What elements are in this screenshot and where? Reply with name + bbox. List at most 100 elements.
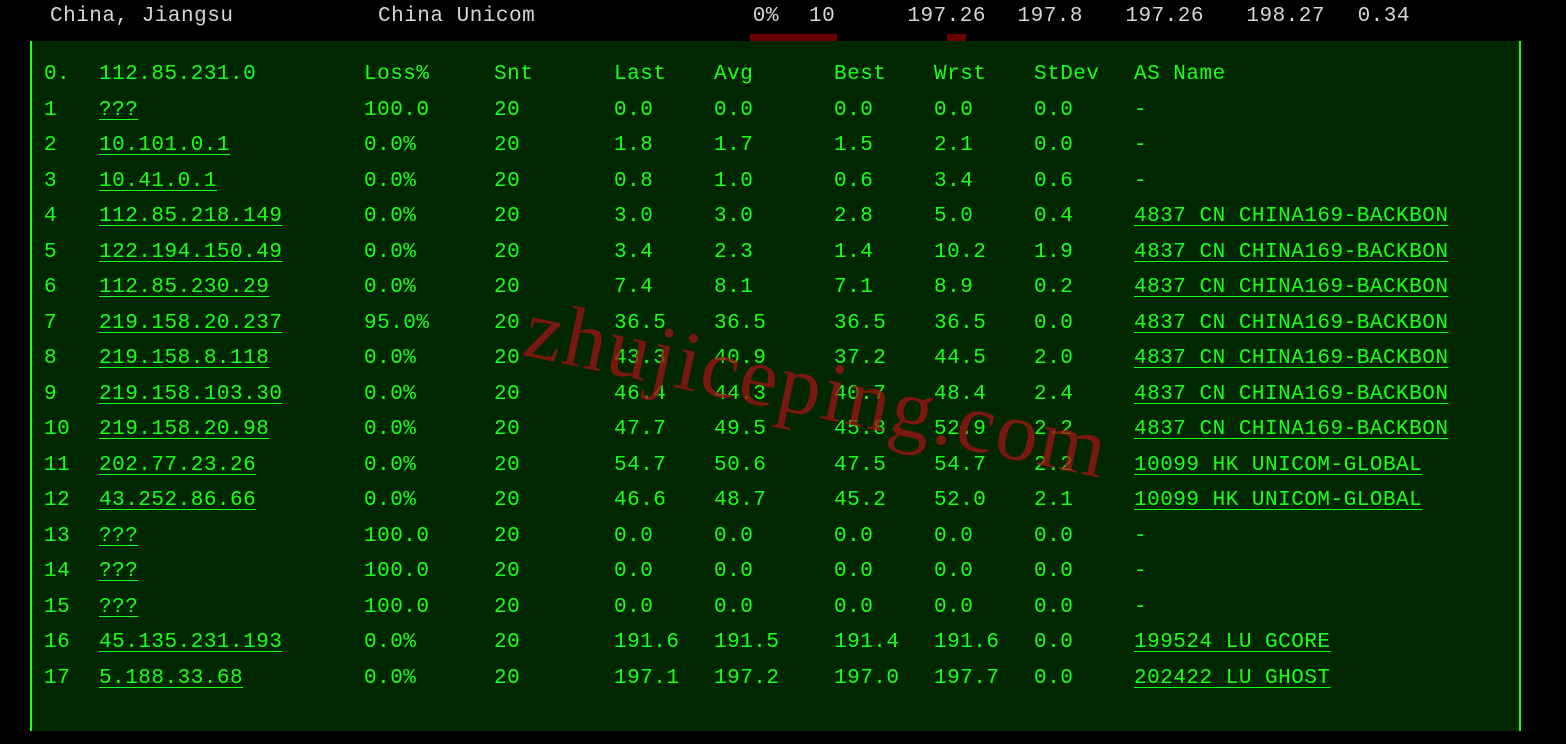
hop-last: 191.6 xyxy=(614,631,714,654)
hop-stdev: 2.1 xyxy=(1034,489,1134,512)
hop-best: 0.0 xyxy=(834,99,934,122)
col-header-as: AS Name xyxy=(1134,63,1484,86)
hop-number: 8 xyxy=(44,347,99,370)
hop-stdev: 0.0 xyxy=(1034,631,1134,654)
hop-loss: 0.0% xyxy=(364,418,494,441)
hop-snt: 20 xyxy=(494,383,614,406)
hop-last: 54.7 xyxy=(614,454,714,477)
hop-snt: 20 xyxy=(494,454,614,477)
hop-best: 0.0 xyxy=(834,596,934,619)
hop-row: 1 ??? 100.0 20 0.0 0.0 0.0 0.0 0.0 - xyxy=(44,93,1519,129)
hop-row: 6 112.85.230.29 0.0% 20 7.4 8.1 7.1 8.9 … xyxy=(44,270,1519,306)
hop-loss: 0.0% xyxy=(364,276,494,299)
hop-avg: 0.0 xyxy=(714,99,834,122)
header-isp: China Unicom xyxy=(378,5,616,28)
hop-ip: ??? xyxy=(99,525,364,548)
hop-best: 0.0 xyxy=(834,525,934,548)
hop-as: 4837 CN CHINA169-BACKBON xyxy=(1134,418,1484,441)
hop-row: 3 10.41.0.1 0.0% 20 0.8 1.0 0.6 3.4 0.6 … xyxy=(44,164,1519,200)
hop-row: 15 ??? 100.0 20 0.0 0.0 0.0 0.0 0.0 - xyxy=(44,590,1519,626)
hop-stdev: 0.0 xyxy=(1034,312,1134,335)
hop-last: 3.4 xyxy=(614,241,714,264)
hop-last: 0.0 xyxy=(614,99,714,122)
hop-as: 4837 CN CHINA169-BACKBON xyxy=(1134,383,1484,406)
hop-number: 5 xyxy=(44,241,99,264)
table-header-row: 0. 112.85.231.0 Loss% Snt Last Avg Best … xyxy=(44,57,1519,93)
hop-as: 4837 CN CHINA169-BACKBON xyxy=(1134,347,1484,370)
hop-best: 1.4 xyxy=(834,241,934,264)
header-v4: 198.27 xyxy=(1204,5,1325,28)
col-header-last: Last xyxy=(614,63,714,86)
hop-row: 5 122.194.150.49 0.0% 20 3.4 2.3 1.4 10.… xyxy=(44,235,1519,271)
hop-wrst: 0.0 xyxy=(934,560,1034,583)
hop-as: 10099 HK UNICOM-GLOBAL xyxy=(1134,454,1484,477)
hop-stdev: 0.4 xyxy=(1034,205,1134,228)
hop-wrst: 48.4 xyxy=(934,383,1034,406)
col-header-avg: Avg xyxy=(714,63,834,86)
hop-ip: 10.41.0.1 xyxy=(99,170,364,193)
hop-as: 202422 LU GHOST xyxy=(1134,667,1484,690)
hop-snt: 20 xyxy=(494,347,614,370)
hop-as: 4837 CN CHINA169-BACKBON xyxy=(1134,276,1484,299)
hop-best: 191.4 xyxy=(834,631,934,654)
hop-best: 40.7 xyxy=(834,383,934,406)
hop-loss: 0.0% xyxy=(364,631,494,654)
hop-avg: 2.3 xyxy=(714,241,834,264)
header-region: China, Jiangsu xyxy=(50,5,378,28)
hop-row: 14 ??? 100.0 20 0.0 0.0 0.0 0.0 0.0 - xyxy=(44,554,1519,590)
hop-as: 4837 CN CHINA169-BACKBON xyxy=(1134,241,1484,264)
hop-wrst: 0.0 xyxy=(934,525,1034,548)
hop-avg: 191.5 xyxy=(714,631,834,654)
hop-row: 16 45.135.231.193 0.0% 20 191.6 191.5 19… xyxy=(44,625,1519,661)
hop-wrst: 52.0 xyxy=(934,489,1034,512)
hop-loss: 0.0% xyxy=(364,347,494,370)
hop-number: 11 xyxy=(44,454,99,477)
hop-stdev: 0.0 xyxy=(1034,134,1134,157)
hop-best: 36.5 xyxy=(834,312,934,335)
hop-row: 7 219.158.20.237 95.0% 20 36.5 36.5 36.5… xyxy=(44,306,1519,342)
hop-as: - xyxy=(1134,525,1484,548)
hop-wrst: 5.0 xyxy=(934,205,1034,228)
hop-snt: 20 xyxy=(494,276,614,299)
hop-loss: 0.0% xyxy=(364,170,494,193)
hop-stdev: 2.2 xyxy=(1034,454,1134,477)
header-v5: 0.34 xyxy=(1325,5,1410,28)
hop-wrst: 0.0 xyxy=(934,596,1034,619)
hop-last: 197.1 xyxy=(614,667,714,690)
hop-loss: 100.0 xyxy=(364,560,494,583)
hop-number: 12 xyxy=(44,489,99,512)
hop-ip: 219.158.103.30 xyxy=(99,383,364,406)
hop-loss: 0.0% xyxy=(364,241,494,264)
col-header-ip: 112.85.231.0 xyxy=(99,63,364,86)
hop-last: 0.0 xyxy=(614,596,714,619)
hop-ip: 43.252.86.66 xyxy=(99,489,364,512)
hop-loss: 0.0% xyxy=(364,667,494,690)
hop-row: 10 219.158.20.98 0.0% 20 47.7 49.5 45.8 … xyxy=(44,412,1519,448)
hop-ip: 122.194.150.49 xyxy=(99,241,364,264)
hop-loss: 0.0% xyxy=(364,134,494,157)
hop-stdev: 0.0 xyxy=(1034,667,1134,690)
hop-number: 14 xyxy=(44,560,99,583)
hop-snt: 20 xyxy=(494,667,614,690)
hop-number: 9 xyxy=(44,383,99,406)
hop-ip: ??? xyxy=(99,560,364,583)
hop-as: 199524 LU GCORE xyxy=(1134,631,1484,654)
hop-ip: 219.158.20.237 xyxy=(99,312,364,335)
hop-last: 3.0 xyxy=(614,205,714,228)
col-header-stdev: StDev xyxy=(1034,63,1134,86)
hop-snt: 20 xyxy=(494,596,614,619)
hop-avg: 40.9 xyxy=(714,347,834,370)
hop-avg: 8.1 xyxy=(714,276,834,299)
hop-wrst: 36.5 xyxy=(934,312,1034,335)
hop-number: 15 xyxy=(44,596,99,619)
hop-wrst: 197.7 xyxy=(934,667,1034,690)
hop-loss: 0.0% xyxy=(364,454,494,477)
hop-last: 46.4 xyxy=(614,383,714,406)
hop-best: 45.2 xyxy=(834,489,934,512)
hop-snt: 20 xyxy=(494,205,614,228)
hop-best: 37.2 xyxy=(834,347,934,370)
header-v3: 197.26 xyxy=(1083,5,1204,28)
hop-last: 0.0 xyxy=(614,560,714,583)
hop-stdev: 2.2 xyxy=(1034,418,1134,441)
hop-ip: 112.85.230.29 xyxy=(99,276,364,299)
